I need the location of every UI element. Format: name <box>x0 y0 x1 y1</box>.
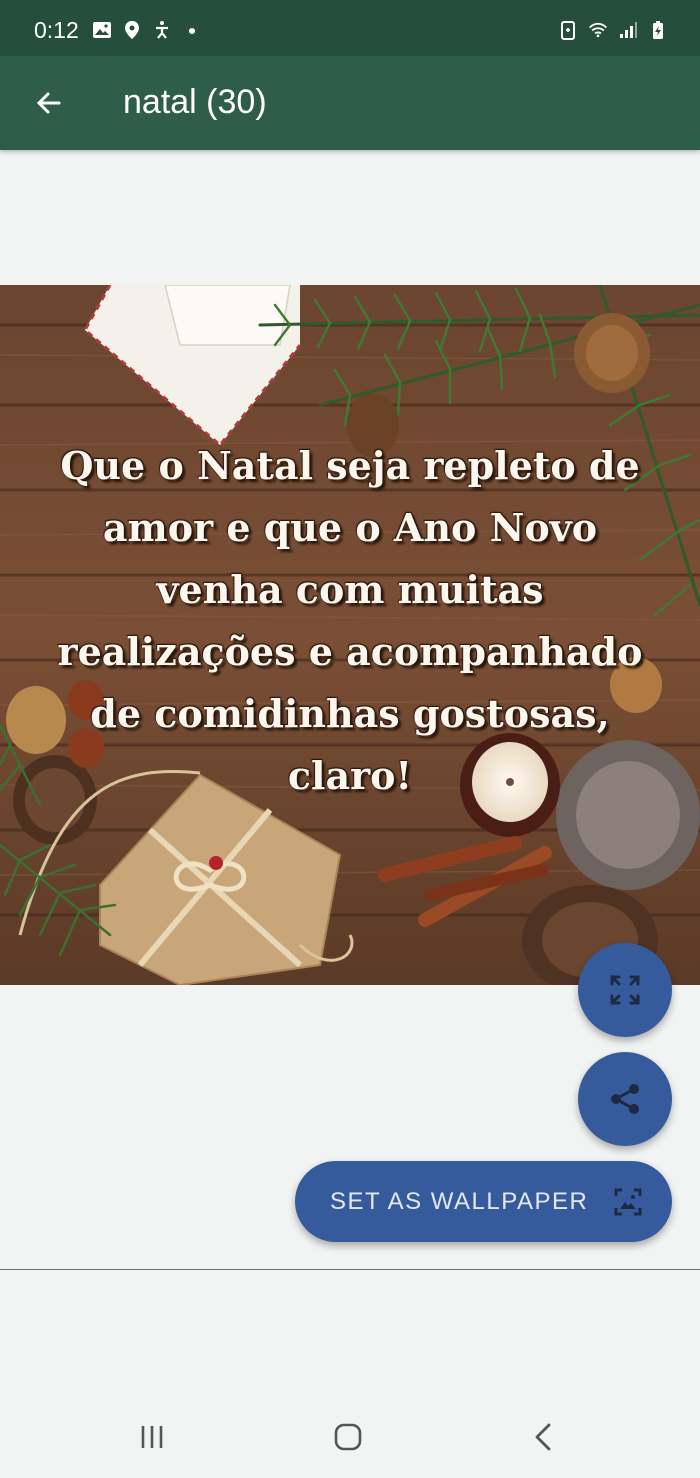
recent-apps-icon <box>141 1426 163 1448</box>
recent-apps-button[interactable] <box>127 1417 177 1457</box>
back-nav-button[interactable] <box>519 1417 569 1457</box>
wallpaper-image[interactable]: Que o Natal seja repleto de amor e que o… <box>0 285 700 985</box>
status-left-icons <box>92 20 202 40</box>
set-as-wallpaper-button[interactable]: SET AS WALLPAPER <box>295 1161 672 1242</box>
fullscreen-icon <box>610 975 640 1005</box>
wifi-icon <box>589 22 607 38</box>
back-button[interactable] <box>26 80 72 126</box>
accessibility-icon <box>156 21 168 39</box>
system-nav-bar <box>0 1395 700 1478</box>
dot-icon <box>189 28 195 34</box>
app-bar: natal (30) <box>0 56 700 150</box>
wallpaper-quote: Que o Natal seja repleto de amor e que o… <box>57 443 643 798</box>
home-icon <box>334 1423 362 1451</box>
share-icon <box>611 1084 639 1114</box>
back-icon <box>535 1423 551 1451</box>
arrow-left-icon <box>36 92 61 114</box>
status-bar: 0:12 <box>0 0 700 56</box>
fullscreen-button[interactable] <box>578 943 672 1037</box>
wallpaper-icon <box>614 1188 642 1216</box>
divider <box>0 1269 700 1270</box>
battery-saver-icon <box>561 21 575 40</box>
status-time: 0:12 <box>34 17 79 43</box>
home-button[interactable] <box>323 1417 373 1457</box>
status-right-icons <box>558 20 668 40</box>
battery-icon <box>653 21 663 39</box>
signal-icon <box>620 22 637 38</box>
location-icon <box>125 21 139 39</box>
gallery-icon <box>93 22 111 38</box>
page-title: natal (30) <box>123 83 267 121</box>
share-button[interactable] <box>578 1052 672 1146</box>
set-as-wallpaper-label: SET AS WALLPAPER <box>330 1188 589 1215</box>
